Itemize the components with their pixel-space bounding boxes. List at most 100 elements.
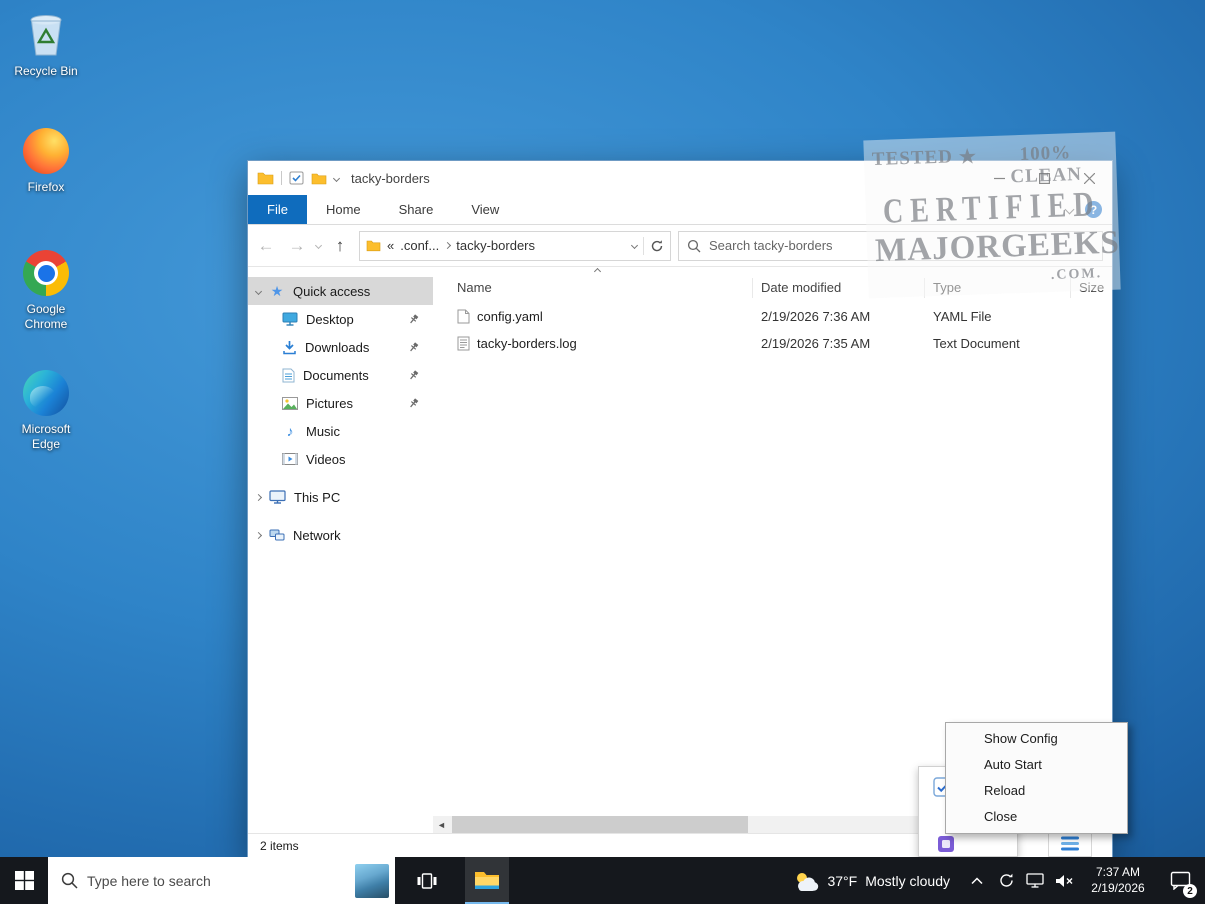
sidebar-item-quick-access[interactable]: ★ Quick access bbox=[248, 277, 433, 305]
sidebar-item-label: Downloads bbox=[305, 340, 369, 355]
monitor-icon bbox=[1026, 873, 1044, 888]
properties-button-icon[interactable] bbox=[289, 171, 304, 185]
column-header-size[interactable]: Size bbox=[1071, 278, 1120, 298]
file-row[interactable]: tacky-borders.log 2/19/2026 7:35 AM Text… bbox=[433, 330, 1112, 357]
tray-context-menu: Show Config Auto Start Reload Close bbox=[945, 722, 1128, 834]
sidebar-item-desktop[interactable]: Desktop bbox=[248, 305, 433, 333]
sidebar-item-music[interactable]: ♪ Music bbox=[248, 417, 433, 445]
address-divider bbox=[643, 237, 644, 255]
action-center-button[interactable]: 2 bbox=[1159, 857, 1201, 904]
tray-app-icon[interactable] bbox=[937, 835, 955, 853]
forward-button[interactable]: → bbox=[285, 236, 309, 256]
sidebar-item-network[interactable]: Network bbox=[248, 521, 433, 549]
help-icon[interactable]: ? bbox=[1085, 201, 1102, 218]
minimize-button[interactable] bbox=[977, 161, 1022, 195]
weather-condition: Mostly cloudy bbox=[865, 873, 950, 889]
search-daily-image[interactable] bbox=[355, 864, 389, 898]
desktop-icon-recycle-bin[interactable]: Recycle Bin bbox=[7, 12, 85, 79]
network-icon bbox=[269, 529, 285, 542]
scroll-left-arrow-icon[interactable]: ◄ bbox=[433, 816, 450, 833]
window-titlebar[interactable]: tacky-borders bbox=[248, 161, 1112, 195]
breadcrumb-overflow[interactable]: « bbox=[387, 238, 394, 253]
menu-item-auto-start[interactable]: Auto Start bbox=[946, 752, 1127, 778]
start-button[interactable] bbox=[0, 857, 48, 904]
update-tray-icon[interactable] bbox=[993, 857, 1019, 904]
sidebar-item-label: Videos bbox=[306, 452, 346, 467]
pin-icon bbox=[408, 342, 419, 353]
scrollbar-thumb[interactable] bbox=[452, 816, 748, 833]
list-icon bbox=[1060, 835, 1080, 852]
documents-icon bbox=[282, 368, 295, 383]
windows-logo-icon bbox=[15, 871, 34, 890]
address-bar[interactable]: « .conf... tacky-borders bbox=[359, 231, 671, 261]
customize-toolbar-chevron-icon[interactable] bbox=[333, 174, 340, 181]
pin-icon bbox=[408, 398, 419, 409]
sidebar-item-this-pc[interactable]: This PC bbox=[248, 483, 433, 511]
sidebar-item-label: Pictures bbox=[306, 396, 353, 411]
tab-share[interactable]: Share bbox=[380, 195, 453, 224]
explorer-search-input[interactable] bbox=[709, 238, 1094, 253]
taskbar: 37°F Mostly cloudy bbox=[0, 857, 1205, 904]
column-header-type[interactable]: Type bbox=[925, 278, 1071, 298]
chevron-right-icon[interactable] bbox=[255, 493, 262, 500]
quick-access-toolbar bbox=[257, 171, 339, 185]
sidebar-item-label: This PC bbox=[294, 490, 340, 505]
menu-item-reload[interactable]: Reload bbox=[946, 778, 1127, 804]
sidebar-item-label: Network bbox=[293, 528, 341, 543]
task-view-button[interactable] bbox=[405, 857, 449, 904]
close-button[interactable] bbox=[1067, 161, 1112, 195]
breadcrumb-item[interactable]: .conf... bbox=[400, 238, 439, 253]
downloads-icon bbox=[282, 340, 297, 355]
file-type: Text Document bbox=[925, 336, 1071, 351]
recent-locations-chevron-icon[interactable] bbox=[315, 242, 322, 249]
weather-temperature: 37°F bbox=[827, 873, 857, 889]
sidebar-item-label: Desktop bbox=[306, 312, 354, 327]
folder-icon bbox=[474, 869, 500, 890]
refresh-icon[interactable] bbox=[650, 239, 664, 253]
desktop-icon bbox=[282, 312, 298, 326]
show-hidden-icons-button[interactable] bbox=[964, 857, 990, 904]
up-button[interactable]: ↑ bbox=[328, 236, 352, 256]
taskbar-search-input[interactable] bbox=[87, 873, 346, 889]
sidebar-item-pictures[interactable]: Pictures bbox=[248, 389, 433, 417]
chevron-up-icon bbox=[971, 877, 983, 885]
desktop-icon-microsoft-edge[interactable]: Microsoft Edge bbox=[7, 370, 85, 452]
back-button[interactable]: ← bbox=[254, 236, 278, 256]
desktop-icon-google-chrome[interactable]: Google Chrome bbox=[7, 250, 85, 332]
display-tray-icon[interactable] bbox=[1022, 857, 1048, 904]
circular-arrow-icon bbox=[998, 872, 1015, 889]
new-folder-button-icon[interactable] bbox=[311, 172, 327, 185]
quick-access-star-icon: ★ bbox=[269, 283, 285, 300]
menu-item-close[interactable]: Close bbox=[946, 804, 1127, 830]
volume-button[interactable] bbox=[1051, 857, 1077, 904]
maximize-button[interactable] bbox=[1022, 161, 1067, 195]
chevron-right-icon[interactable] bbox=[255, 531, 262, 538]
window-title: tacky-borders bbox=[351, 171, 430, 186]
taskbar-search[interactable] bbox=[48, 857, 395, 904]
file-row[interactable]: config.yaml 2/19/2026 7:36 AM YAML File bbox=[433, 303, 1112, 330]
chevron-down-icon[interactable] bbox=[255, 287, 262, 294]
breadcrumb-item[interactable]: tacky-borders bbox=[456, 238, 535, 253]
menu-item-show-config[interactable]: Show Config bbox=[946, 726, 1127, 752]
address-dropdown-chevron-icon[interactable] bbox=[631, 242, 638, 249]
ribbon-tabs: File Home Share View ? bbox=[248, 195, 1112, 225]
sidebar-item-downloads[interactable]: Downloads bbox=[248, 333, 433, 361]
column-headers: Name Date modified Type Size bbox=[433, 273, 1112, 303]
tacky-borders-tray-icon[interactable] bbox=[1048, 830, 1092, 857]
explorer-search[interactable] bbox=[678, 231, 1103, 261]
column-header-name[interactable]: Name bbox=[445, 278, 753, 298]
sidebar-item-documents[interactable]: Documents bbox=[248, 361, 433, 389]
file-explorer-taskbar-icon[interactable] bbox=[465, 857, 509, 904]
sidebar-item-videos[interactable]: Videos bbox=[248, 445, 433, 473]
expand-ribbon-chevron-icon[interactable] bbox=[1065, 205, 1075, 215]
taskbar-clock[interactable]: 7:37 AM 2/19/2026 bbox=[1081, 865, 1155, 896]
desktop-icon-firefox[interactable]: Firefox bbox=[7, 128, 85, 195]
tab-home[interactable]: Home bbox=[307, 195, 380, 224]
sidebar-item-label: Documents bbox=[303, 368, 369, 383]
tab-file[interactable]: File bbox=[248, 195, 307, 224]
desktop-icon-label: Microsoft Edge bbox=[7, 422, 85, 452]
tab-view[interactable]: View bbox=[452, 195, 518, 224]
system-tray bbox=[964, 857, 1077, 904]
column-header-date-modified[interactable]: Date modified bbox=[753, 278, 925, 298]
weather-widget[interactable]: 37°F Mostly cloudy bbox=[779, 857, 964, 904]
